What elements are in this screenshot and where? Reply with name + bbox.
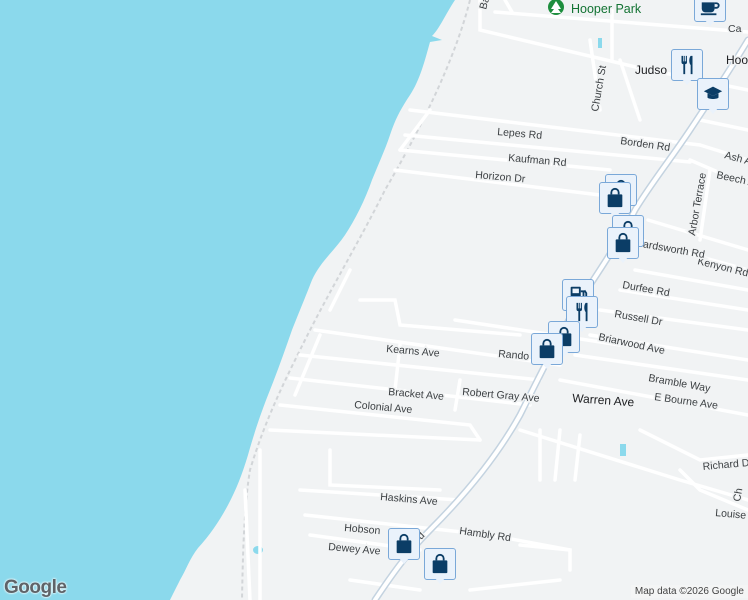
shopping-bag-icon <box>607 187 623 208</box>
fork-knife-icon <box>681 55 693 75</box>
coffee-marker[interactable] <box>694 0 726 26</box>
park-label: Hooper Park <box>571 2 642 16</box>
road-label: Ch <box>731 487 745 502</box>
road-label: Ca <box>728 23 742 35</box>
road-label: Hoo <box>726 53 748 67</box>
shopping-bag-icon <box>432 553 448 574</box>
shopping-bag-icon <box>539 338 555 359</box>
fork-knife-icon <box>576 302 588 322</box>
coffee-cup-icon <box>700 2 720 16</box>
shopping-bag-icon <box>396 533 412 554</box>
map-attribution[interactable]: Map data ©2026 Google <box>630 585 748 598</box>
shopping-bag-icon <box>615 232 631 253</box>
map-canvas[interactable]: Ba Ca Hoo Judso Church St Lepes Rd Borde… <box>0 0 748 600</box>
shopping-marker[interactable] <box>531 333 563 369</box>
google-logo: Google <box>4 577 67 598</box>
graduation-cap-icon <box>703 86 723 100</box>
road-label: Judso <box>635 63 667 77</box>
shopping-marker[interactable] <box>599 182 631 218</box>
shopping-marker[interactable] <box>388 528 420 564</box>
pond <box>620 444 626 456</box>
shopping-marker[interactable] <box>424 548 456 584</box>
pond <box>598 38 602 48</box>
shopping-marker[interactable] <box>607 227 639 263</box>
school-marker[interactable] <box>697 78 729 114</box>
